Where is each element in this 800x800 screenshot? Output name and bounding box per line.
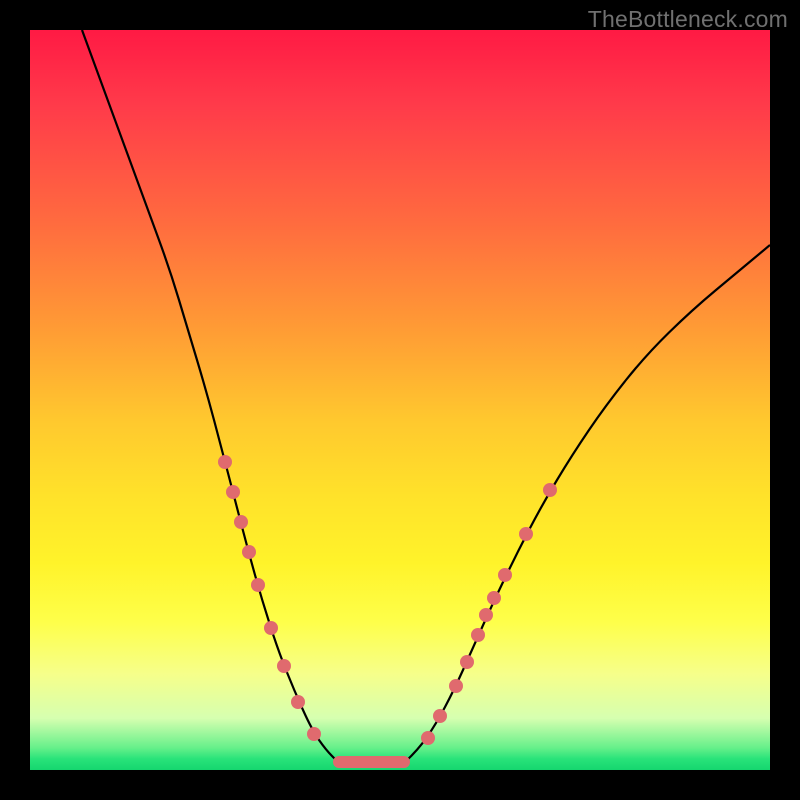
data-marker	[218, 455, 232, 469]
data-marker	[433, 709, 447, 723]
watermark-label: TheBottleneck.com	[588, 6, 788, 33]
data-marker	[479, 608, 493, 622]
data-marker	[498, 568, 512, 582]
data-marker	[519, 527, 533, 541]
data-marker	[471, 628, 485, 642]
data-marker	[307, 727, 321, 741]
data-marker	[242, 545, 256, 559]
right-markers	[421, 483, 557, 745]
plot-area	[30, 30, 770, 770]
data-marker	[277, 659, 291, 673]
data-marker	[291, 695, 305, 709]
data-marker	[543, 483, 557, 497]
data-marker	[487, 591, 501, 605]
data-marker	[460, 655, 474, 669]
data-marker	[421, 731, 435, 745]
outer-frame: TheBottleneck.com	[0, 0, 800, 800]
data-marker	[264, 621, 278, 635]
chart-svg	[30, 30, 770, 770]
trough-marker	[333, 756, 410, 768]
data-marker	[234, 515, 248, 529]
data-marker	[251, 578, 265, 592]
left-curve	[82, 30, 338, 762]
data-marker	[449, 679, 463, 693]
data-marker	[226, 485, 240, 499]
left-markers	[218, 455, 321, 741]
